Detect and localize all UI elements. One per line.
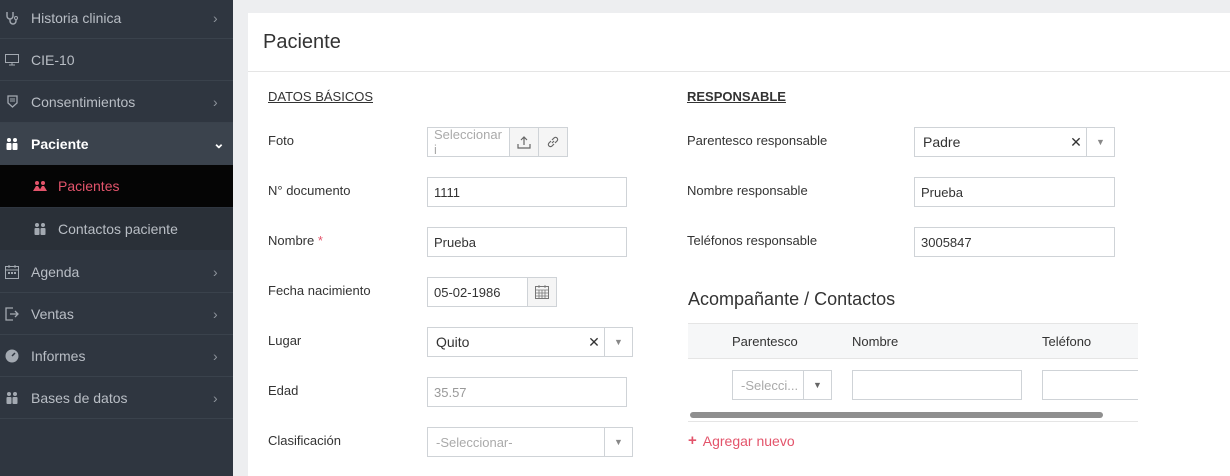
- foto-label: Foto: [268, 133, 295, 148]
- link-button[interactable]: [538, 127, 568, 157]
- patient-form-panel: Paciente DATOS BÁSICOS RESPONSABLE Foto …: [248, 13, 1230, 476]
- sidebar-item-informes[interactable]: Informes ›: [0, 335, 233, 377]
- stethoscope-icon: [5, 11, 19, 25]
- lugar-select[interactable]: Quito ✕ ▼: [427, 327, 633, 357]
- chevron-right-icon: ›: [213, 347, 218, 364]
- required-marker: *: [317, 233, 323, 248]
- edad-label: Edad: [268, 383, 299, 398]
- clasificacion-select-value: -Seleccionar-: [436, 434, 513, 450]
- users-icon: [5, 391, 19, 405]
- documento-input[interactable]: 1111: [427, 177, 627, 207]
- chevron-right-icon: ›: [213, 389, 218, 406]
- chevron-right-icon: ›: [213, 305, 218, 322]
- nombre-label: Nombre *: [268, 233, 323, 248]
- users-icon: [5, 137, 19, 151]
- divider: [248, 71, 1230, 72]
- users-icon: [32, 180, 48, 192]
- sidebar-subitem-label: Pacientes: [58, 178, 120, 194]
- sidebar-item-label: Historia clinica: [31, 9, 122, 26]
- chevron-right-icon: ›: [213, 9, 218, 26]
- edad-input: 35.57: [427, 377, 627, 407]
- nombre-label-text: Nombre: [268, 233, 315, 248]
- clear-icon[interactable]: ✕: [584, 334, 604, 351]
- dropdown-arrow-icon[interactable]: ▼: [803, 371, 831, 399]
- calendar-icon: [5, 264, 19, 279]
- chevron-right-icon: ›: [213, 93, 218, 110]
- nombre-responsable-input[interactable]: Prueba: [914, 177, 1115, 207]
- calendar-icon: [535, 285, 549, 299]
- horizontal-scrollbar[interactable]: [690, 412, 1103, 418]
- sidebar-item-bases-de-datos[interactable]: Bases de datos ›: [0, 377, 233, 419]
- column-header-nombre: Nombre: [852, 334, 899, 349]
- dropdown-arrow-icon[interactable]: ▼: [1086, 128, 1114, 156]
- chevron-down-icon: ⌄: [213, 135, 225, 151]
- divider: [688, 421, 1138, 422]
- nombre-input[interactable]: Prueba: [427, 227, 627, 257]
- sidebar-item-label: Agenda: [31, 263, 80, 280]
- exit-icon: [5, 306, 19, 321]
- fecha-nacimiento-label: Fecha nacimiento: [268, 283, 371, 298]
- sidebar-subitem-contactos-paciente[interactable]: Contactos paciente: [0, 208, 233, 250]
- sidebar-subitem-pacientes[interactable]: Pacientes: [0, 165, 233, 207]
- sidebar-item-consentimientos[interactable]: Consentimientos ›: [0, 81, 233, 123]
- sidebar-item-historia-clinica[interactable]: Historia clinica ›: [0, 0, 233, 39]
- sidebar-item-label: Consentimientos: [31, 93, 136, 110]
- plus-icon: +: [688, 432, 697, 449]
- column-header-parentesco: Parentesco: [732, 334, 798, 349]
- dropdown-arrow-icon[interactable]: ▼: [604, 328, 632, 356]
- clear-icon[interactable]: ✕: [1066, 134, 1086, 151]
- document-shield-icon: [5, 95, 19, 109]
- sidebar: Historia clinica › CIE-10 Consentimiento…: [0, 0, 233, 476]
- nombre-responsable-label: Nombre responsable: [687, 183, 808, 198]
- foto-file-input[interactable]: Seleccionar i: [427, 127, 510, 157]
- contact-parentesco-select[interactable]: -Selecci... ▼: [732, 370, 832, 400]
- contacts-section-title: Acompañante / Contactos: [688, 289, 896, 309]
- sidebar-item-label: Informes: [31, 347, 86, 364]
- telefonos-responsable-input[interactable]: 3005847: [914, 227, 1115, 257]
- dropdown-arrow-icon[interactable]: ▼: [604, 428, 632, 456]
- clasificacion-label: Clasificación: [268, 433, 341, 448]
- add-contact-label: Agregar nuevo: [702, 432, 795, 449]
- telefonos-responsable-label: Teléfonos responsable: [687, 233, 818, 248]
- page-title: Paciente: [263, 31, 341, 53]
- parentesco-responsable-select[interactable]: Padre ✕ ▼: [914, 127, 1115, 157]
- contacts-table-header: Parentesco Nombre Teléfono: [688, 323, 1138, 359]
- add-contact-button[interactable]: + Agregar nuevo: [688, 432, 795, 449]
- documento-label: N° documento: [268, 183, 351, 198]
- lugar-select-value: Quito: [436, 334, 470, 350]
- sidebar-item-cie10[interactable]: CIE-10: [0, 39, 233, 81]
- users-icon: [32, 222, 48, 236]
- sidebar-item-label: Bases de datos: [31, 389, 128, 406]
- sidebar-item-label: Ventas: [31, 305, 74, 322]
- section-title-responsable: RESPONSABLE: [687, 89, 786, 104]
- section-title-datos-basicos: DATOS BÁSICOS: [268, 89, 373, 104]
- sidebar-item-paciente[interactable]: Paciente ⌄: [0, 123, 233, 165]
- parentesco-responsable-value: Padre: [923, 134, 961, 150]
- fecha-nacimiento-input[interactable]: 05-02-1986: [427, 277, 528, 307]
- sidebar-item-label: CIE-10: [31, 51, 75, 68]
- sidebar-subitem-label: Contactos paciente: [58, 221, 178, 237]
- contact-telefono-input[interactable]: [1042, 370, 1138, 400]
- upload-button[interactable]: [509, 127, 539, 157]
- column-header-telefono: Teléfono: [1042, 334, 1092, 349]
- clasificacion-select[interactable]: -Seleccionar- ▼: [427, 427, 633, 457]
- parentesco-responsable-label: Parentesco responsable: [687, 133, 828, 148]
- contact-parentesco-value: -Selecci...: [741, 377, 799, 393]
- sidebar-item-label: Paciente: [31, 135, 89, 152]
- sidebar-item-agenda[interactable]: Agenda ›: [0, 251, 233, 293]
- calendar-button[interactable]: [527, 277, 557, 307]
- chevron-right-icon: ›: [213, 263, 218, 280]
- dashboard-icon: [5, 349, 19, 363]
- sidebar-item-ventas[interactable]: Ventas ›: [0, 293, 233, 335]
- upload-icon: [517, 136, 531, 149]
- link-icon: [547, 136, 559, 148]
- lugar-label: Lugar: [268, 333, 302, 348]
- monitor-icon: [5, 53, 19, 67]
- contact-nombre-input[interactable]: [852, 370, 1022, 400]
